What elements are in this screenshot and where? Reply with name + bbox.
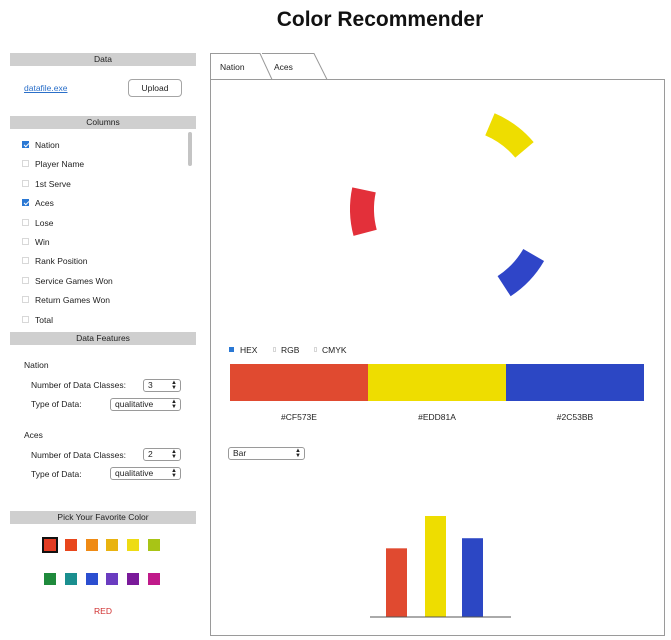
upload-button[interactable]: Upload: [128, 79, 182, 97]
chart-type-value: Bar: [233, 448, 247, 458]
column-checkbox[interactable]: [22, 199, 29, 207]
column-label: Total: [35, 314, 53, 325]
column-checkbox[interactable]: [22, 160, 29, 168]
color-swatch[interactable]: [127, 573, 140, 585]
column-label: Lose: [35, 217, 54, 228]
color-swatch[interactable]: [106, 539, 119, 551]
palette-swatch[interactable]: [368, 364, 506, 401]
type-of-data-value: qualitative: [115, 468, 154, 478]
column-label: Service Games Won: [35, 275, 113, 286]
num-classes-label: Number of Data Classes:: [31, 450, 126, 460]
stepper-icon: ▲ ▼: [171, 380, 177, 391]
column-label: Player Name: [35, 159, 85, 170]
hex-code-label: #EDD81A: [418, 412, 456, 422]
chart-type-select[interactable]: Bar ▲ ▼: [228, 447, 305, 460]
red-arc: [350, 187, 377, 236]
color-swatch[interactable]: [64, 539, 77, 551]
rgb-label: RGB: [281, 345, 300, 355]
column-label: Rank Position: [35, 256, 88, 267]
column-label: Nation: [35, 140, 60, 150]
feature-group-title-nation: Nation: [24, 360, 49, 370]
data-file-link[interactable]: datafile.exe: [24, 83, 67, 93]
color-swatch[interactable]: [64, 573, 77, 585]
cmyk-radio[interactable]: [314, 347, 317, 352]
stepper-icon: ▲ ▼: [171, 449, 177, 460]
column-checkbox[interactable]: [22, 276, 29, 284]
palette-swatch[interactable]: [230, 364, 368, 401]
preview-bar-chart: [370, 516, 511, 618]
features-section-header: Data Features: [10, 332, 196, 345]
chart-bar: [462, 538, 483, 617]
tab-aces[interactable]: Aces: [264, 53, 320, 80]
app-title: Color Recommender: [276, 8, 484, 31]
column-checkbox[interactable]: [22, 218, 29, 226]
color-swatch[interactable]: [148, 573, 160, 585]
hex-label: HEX: [240, 345, 258, 355]
type-of-data-label: Type of Data:: [31, 399, 82, 409]
type-of-data-value: qualitative: [115, 399, 154, 409]
type-of-data-label: Type of Data:: [31, 469, 82, 479]
hex-radio[interactable]: [229, 347, 234, 352]
stepper-icon: ▲ ▼: [171, 399, 177, 410]
favorite-color-name: RED: [94, 606, 112, 616]
cmyk-label: CMYK: [322, 345, 347, 355]
color-swatch[interactable]: [85, 573, 98, 585]
yellow-arc: [485, 113, 534, 158]
column-label: Aces: [35, 198, 54, 209]
color-swatch[interactable]: [42, 537, 58, 553]
color-swatch[interactable]: [127, 539, 140, 551]
num-classes-select-nation[interactable]: 3 ▲ ▼: [143, 379, 181, 392]
column-checkbox[interactable]: [22, 315, 29, 323]
data-section-header: Data: [10, 53, 196, 66]
num-classes-value: 2: [148, 449, 153, 459]
column-label: 1st Serve: [35, 178, 71, 189]
num-classes-select-aces[interactable]: 2 ▲ ▼: [143, 448, 181, 461]
column-checkbox[interactable]: [22, 257, 29, 265]
rgb-radio[interactable]: [273, 347, 276, 352]
hex-code-label: #CF573E: [281, 412, 317, 422]
type-of-data-select-aces[interactable]: qualitative ▲ ▼: [110, 467, 181, 480]
column-label: Return Games Won: [35, 295, 110, 306]
column-checkbox[interactable]: [22, 141, 29, 148]
chart-bar: [386, 548, 407, 617]
color-swatch[interactable]: [148, 539, 160, 551]
column-checkbox[interactable]: [22, 238, 29, 245]
columns-scrollbar[interactable]: [188, 132, 192, 166]
stepper-icon: ▲ ▼: [295, 448, 301, 459]
color-wheel: [350, 113, 545, 297]
feature-group-title-aces: Aces: [24, 430, 43, 440]
color-swatch[interactable]: [85, 539, 98, 551]
hex-code-label: #2C53BB: [556, 412, 594, 422]
favorite-section-header: Pick Your Favorite Color: [10, 511, 196, 524]
columns-section-header: Columns: [10, 116, 196, 129]
column-label: Win: [35, 237, 50, 247]
num-classes-value: 3: [148, 380, 153, 390]
color-swatch[interactable]: [106, 573, 119, 585]
stepper-icon: ▲ ▼: [171, 468, 177, 479]
color-swatch[interactable]: [44, 573, 56, 585]
column-checkbox[interactable]: [22, 296, 29, 304]
tab-nation[interactable]: Nation: [210, 53, 262, 80]
chart-bar: [425, 516, 446, 617]
column-checkbox[interactable]: [22, 179, 29, 187]
type-of-data-select-nation[interactable]: qualitative ▲ ▼: [110, 398, 181, 411]
num-classes-label: Number of Data Classes:: [31, 380, 126, 390]
columns-list[interactable]: Nation Player Name 1st Serve Aces Lose Win Ran…: [10, 129, 196, 328]
blue-arc: [497, 249, 545, 297]
palette-swatch[interactable]: [506, 364, 644, 401]
